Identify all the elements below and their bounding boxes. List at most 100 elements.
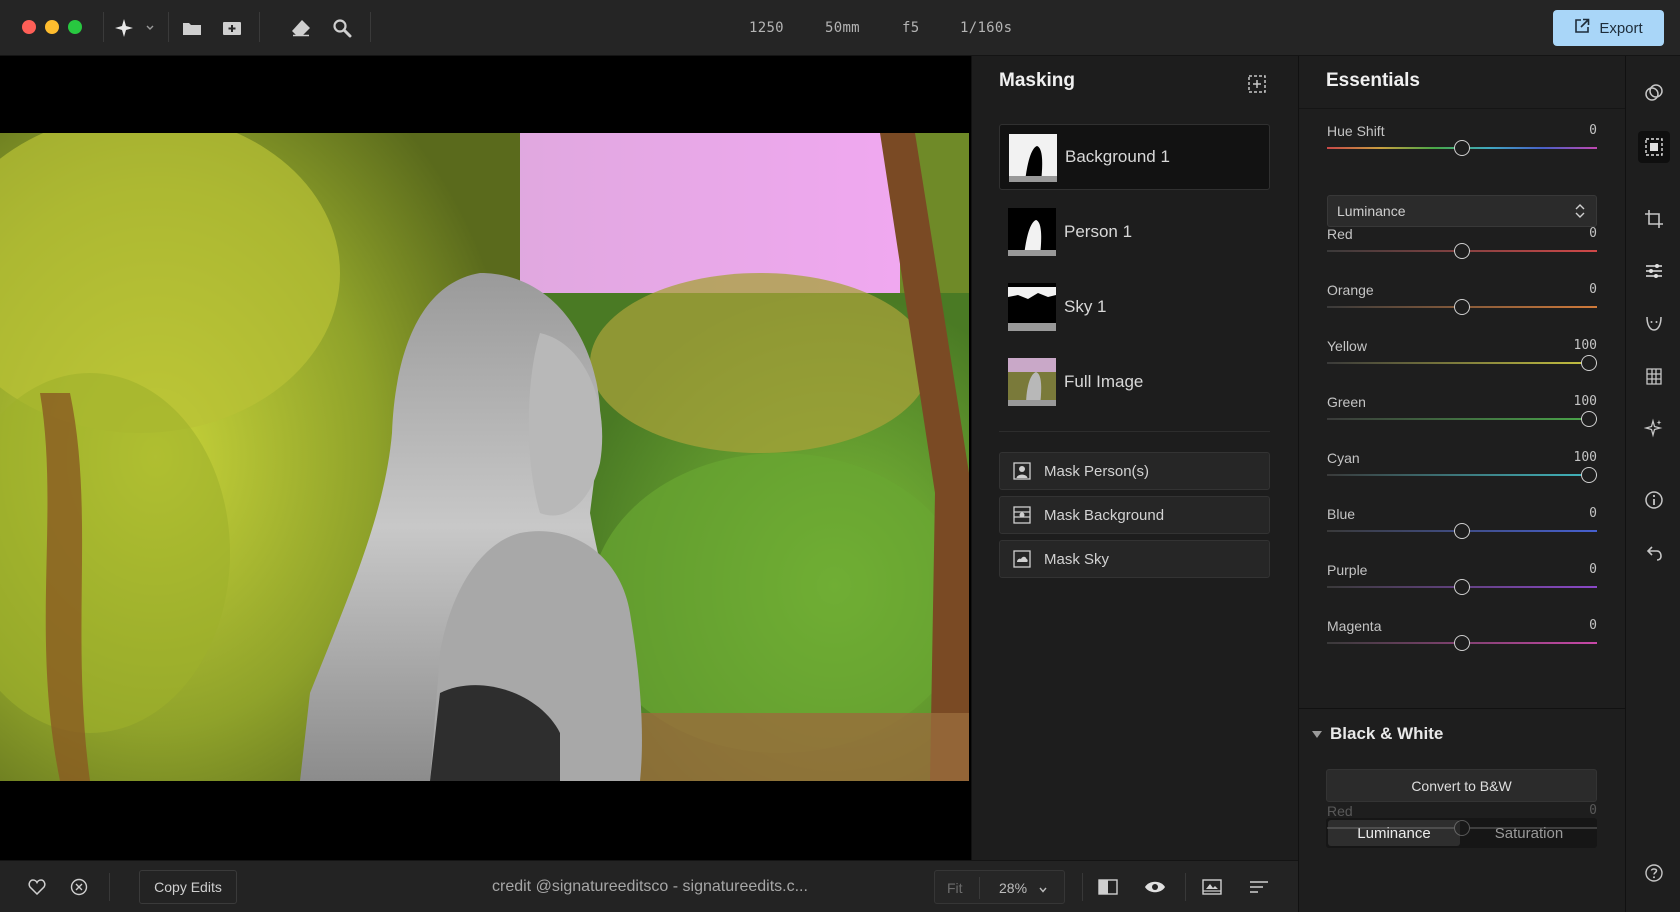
export-button[interactable]: Export [1553,10,1664,46]
image-canvas[interactable] [0,56,971,860]
slider-label: Cyan [1327,450,1360,466]
photo-credit: credit @signatureeditsco - signatureedit… [492,878,808,895]
person-icon [1012,461,1032,481]
zoom-level[interactable]: 28% [999,880,1027,896]
slider-purple[interactable]: Purple 0 [1327,562,1597,612]
slider-value: 0 [1589,618,1597,633]
adjustments-sliders-icon[interactable] [1638,255,1670,287]
slider-knob[interactable] [1454,299,1470,315]
slider-value: 100 [1573,394,1597,409]
search-icon[interactable] [328,14,356,42]
history-undo-icon[interactable] [1638,537,1670,569]
slider-blue[interactable]: Blue 0 [1327,506,1597,556]
bw-red-value: 0 [1589,803,1597,818]
eraser-icon[interactable] [287,14,315,42]
compare-split-icon[interactable] [1097,876,1119,898]
mask-label: Background 1 [1065,147,1170,166]
slider-red[interactable]: Red 0 [1327,226,1597,276]
masking-panel: Masking Background 1 Person 1 Sky 1 Full… [971,56,1298,860]
slider-knob[interactable] [1454,523,1470,539]
bottombar-divider [1185,873,1186,901]
close-window-button[interactable] [22,20,36,34]
add-photo-icon[interactable] [218,14,246,42]
hue-shift-slider[interactable]: Hue Shift 0 [1327,123,1597,173]
zoom-divider [979,877,980,899]
export-icon [1574,18,1590,38]
essentials-title: Essentials [1326,70,1420,91]
ai-sparkle-icon[interactable] [112,14,156,42]
slider-knob[interactable] [1580,355,1597,371]
pro-sparkle-icon[interactable] [1638,412,1670,444]
slider-yellow[interactable]: Yellow 100 [1327,338,1597,388]
slider-value: 0 [1589,506,1597,521]
mask-item-sky-1[interactable]: Sky 1 [999,274,1270,340]
heart-icon[interactable] [26,876,48,898]
slider-cyan[interactable]: Cyan 100 [1327,450,1597,500]
mask-sky-button[interactable]: Mask Sky [999,540,1270,578]
collapse-triangle-icon[interactable] [1312,730,1322,738]
slider-green[interactable]: Green 100 [1327,394,1597,444]
slider-track[interactable] [1327,474,1597,476]
layers-icon[interactable] [1638,77,1670,109]
slider-magenta[interactable]: Magenta 0 [1327,618,1597,668]
zoom-fit-button[interactable]: Fit [947,880,963,896]
slider-knob[interactable] [1454,140,1470,156]
mask-label: Sky 1 [1064,297,1107,316]
slider-knob[interactable] [1454,635,1470,651]
creative-building-icon[interactable] [1638,360,1670,392]
mask-item-background-1[interactable]: Background 1 [999,124,1270,190]
mask-background-button[interactable]: Mask Background [999,496,1270,534]
exif-focal-length: 50mm [825,20,860,36]
filmstrip-icon[interactable] [1201,876,1223,898]
reject-x-circle-icon[interactable] [68,876,90,898]
copy-edits-button[interactable]: Copy Edits [139,870,237,904]
black-white-title: Black & White [1330,724,1444,743]
hue-shift-label: Hue Shift [1327,123,1385,139]
preview-eye-icon[interactable] [1144,876,1166,898]
slider-knob[interactable] [1454,579,1470,595]
slider-value: 100 [1573,450,1597,465]
bw-red-slider[interactable]: Red 0 [1327,803,1597,853]
add-mask-icon[interactable] [1247,74,1267,94]
slider-orange[interactable]: Orange 0 [1327,282,1597,332]
convert-bw-button[interactable]: Convert to B&W [1326,769,1597,802]
info-icon[interactable] [1638,484,1670,516]
bw-red-label: Red [1327,803,1353,819]
slider-knob[interactable] [1580,467,1597,483]
toolbar-divider [103,12,104,42]
channel-dropdown[interactable]: Luminance [1327,195,1597,227]
slider-knob[interactable] [1454,243,1470,259]
slider-track[interactable] [1327,362,1597,364]
mask-label: Person 1 [1064,222,1133,241]
slider-knob[interactable] [1454,820,1470,836]
photo-preview[interactable] [0,133,969,781]
minimize-window-button[interactable] [45,20,59,34]
black-white-section-header[interactable]: Black & White [1312,724,1443,744]
slider-value: 0 [1589,562,1597,577]
slider-value: 0 [1589,282,1597,297]
help-icon[interactable] [1638,857,1670,889]
mask-background-label: Mask Background [1044,506,1165,524]
mask-item-person-1[interactable]: Person 1 [999,199,1270,265]
maximize-window-button[interactable] [68,20,82,34]
slider-knob[interactable] [1580,411,1597,427]
mask-thumbnail [1008,283,1056,331]
folder-icon[interactable] [178,14,206,42]
mask-item-full-image[interactable]: Full Image [999,349,1270,415]
slider-value: 100 [1573,338,1597,353]
chevron-down-icon[interactable] [1038,882,1048,893]
mask-persons-button[interactable]: Mask Person(s) [999,452,1270,490]
portrait-face-icon[interactable] [1638,307,1670,339]
masking-tool-icon[interactable] [1638,131,1670,163]
channel-dropdown-value: Luminance [1337,203,1406,219]
section-divider [1299,708,1626,709]
zoom-control[interactable]: Fit 28% [934,870,1065,904]
mask-persons-label: Mask Person(s) [1044,462,1150,480]
crop-icon[interactable] [1638,203,1670,235]
sort-lines-icon[interactable] [1248,876,1270,898]
toolbar-divider [168,12,169,42]
masking-title: Masking [999,70,1076,91]
slider-label: Blue [1327,506,1356,522]
slider-track[interactable] [1327,418,1597,420]
mask-thumbnail [1009,134,1057,182]
